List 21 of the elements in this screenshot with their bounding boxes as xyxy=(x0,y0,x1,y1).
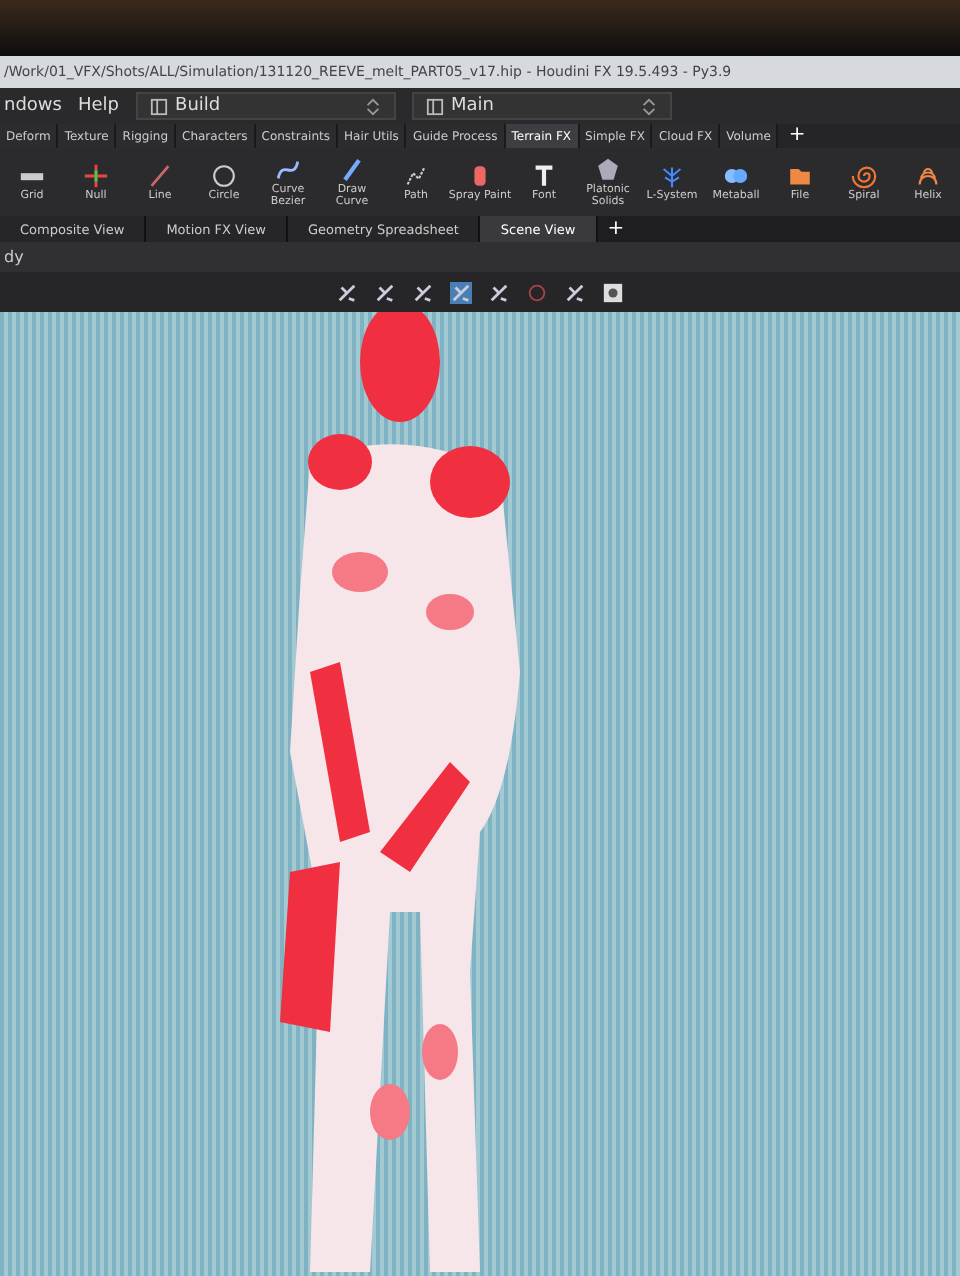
add-tab-button[interactable]: + xyxy=(778,124,816,148)
curve-icon xyxy=(274,155,302,184)
record-icon[interactable] xyxy=(526,281,548,303)
3d-viewport[interactable] xyxy=(0,312,960,1276)
null-icon xyxy=(82,161,110,190)
desktop-dropdown[interactable]: Build xyxy=(135,92,396,120)
layout-icon xyxy=(149,97,168,115)
spiral-icon xyxy=(850,161,878,190)
path-text[interactable]: dy xyxy=(4,248,24,266)
add-pane-button[interactable]: + xyxy=(597,216,635,242)
circle-icon xyxy=(210,161,238,190)
pen-icon xyxy=(338,155,366,184)
updown-icon xyxy=(363,97,382,115)
menu-item[interactable]: Help xyxy=(77,96,120,116)
layout-icon xyxy=(425,97,444,115)
line-icon xyxy=(146,161,174,190)
desktop-dropdown[interactable]: Main xyxy=(411,92,672,120)
updown-icon xyxy=(639,97,658,115)
font-icon xyxy=(530,161,558,190)
solid-icon xyxy=(594,155,622,184)
menu-item[interactable]: ndows xyxy=(4,96,62,116)
